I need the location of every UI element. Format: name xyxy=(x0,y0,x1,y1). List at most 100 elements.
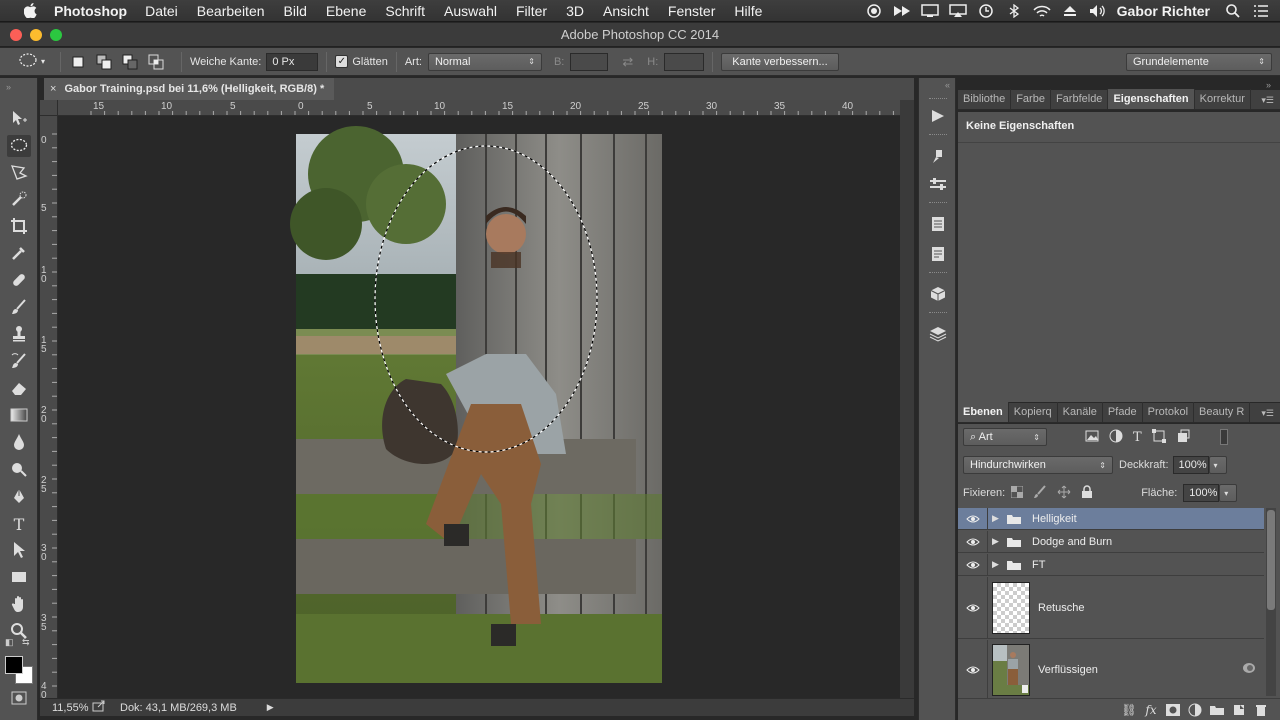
app-menu[interactable]: Photoshop xyxy=(54,3,127,19)
menu-schrift[interactable]: Schrift xyxy=(385,3,425,19)
rectangle-tool[interactable] xyxy=(7,567,31,589)
tab-adjustments[interactable]: Korrektur xyxy=(1195,89,1251,109)
new-group-folder-icon[interactable] xyxy=(1206,702,1228,718)
adjustment-layer-icon[interactable] xyxy=(1184,702,1206,718)
collapse-arrows-icon[interactable]: » xyxy=(1266,80,1271,90)
menu-hilfe[interactable]: Hilfe xyxy=(734,3,762,19)
tab-color[interactable]: Farbe xyxy=(1011,89,1051,109)
brush-presets-icon[interactable] xyxy=(928,146,948,166)
wifi-icon[interactable] xyxy=(1033,4,1051,18)
spotlight-search-icon[interactable] xyxy=(1224,4,1242,18)
add-to-selection-icon[interactable] xyxy=(95,53,113,71)
workspace-dropdown[interactable]: Grundelemente ⇕ xyxy=(1126,52,1272,71)
fill-slider-button[interactable]: ▾ xyxy=(1219,484,1238,502)
menu-filter[interactable]: Filter xyxy=(516,3,547,19)
style-dropdown[interactable]: Normal ⇕ xyxy=(427,52,542,71)
lasso-tool[interactable] xyxy=(7,162,31,184)
scrollbar-thumb[interactable] xyxy=(1267,510,1275,610)
fill-input[interactable]: 100% xyxy=(1183,484,1220,502)
close-icon[interactable]: × xyxy=(50,83,56,95)
subtract-from-selection-icon[interactable] xyxy=(121,53,139,71)
quick-mask-toggle[interactable] xyxy=(7,688,31,710)
status-menu-arrow-icon[interactable]: ▶ xyxy=(267,702,274,713)
dodge-tool[interactable] xyxy=(7,459,31,481)
opacity-slider-button[interactable]: ▾ xyxy=(1208,456,1227,474)
tab-libraries[interactable]: Bibliothe xyxy=(958,89,1012,109)
tab-clone-source[interactable]: Kopierq xyxy=(1009,402,1058,422)
ruler-origin[interactable] xyxy=(40,100,58,116)
tab-channels[interactable]: Kanäle xyxy=(1058,402,1103,422)
tool-preset-picker[interactable]: ▾ xyxy=(12,51,52,73)
notification-center-icon[interactable] xyxy=(1252,4,1270,18)
tab-properties[interactable]: Eigenschaften xyxy=(1108,89,1195,109)
menu-bearbeiten[interactable]: Bearbeiten xyxy=(197,3,265,19)
expand-triangle-icon[interactable]: ▶ xyxy=(992,513,1004,524)
eraser-tool[interactable] xyxy=(7,378,31,400)
3d-cube-icon[interactable] xyxy=(928,284,948,304)
filter-shape-icon[interactable] xyxy=(1151,428,1166,446)
lock-position-icon[interactable] xyxy=(1057,485,1071,502)
layer-row[interactable]: Retusche xyxy=(958,577,1264,639)
menu-ebene[interactable]: Ebene xyxy=(326,3,366,19)
close-window-button[interactable] xyxy=(10,29,22,41)
clone-stamp-tool[interactable] xyxy=(7,324,31,346)
collapse-arrows-icon[interactable]: « xyxy=(945,80,950,90)
trash-icon[interactable] xyxy=(1250,702,1272,718)
layer-comps-icon[interactable] xyxy=(928,324,948,344)
menu-bild[interactable]: Bild xyxy=(284,3,307,19)
collapse-arrows-icon[interactable]: » xyxy=(6,82,11,92)
minimize-window-button[interactable] xyxy=(30,29,42,41)
time-machine-icon[interactable] xyxy=(977,4,995,18)
record-icon[interactable] xyxy=(865,4,883,18)
volume-icon[interactable] xyxy=(1089,4,1107,18)
layer-row[interactable]: Verflüssigen xyxy=(958,640,1264,700)
menu-fenster[interactable]: Fenster xyxy=(668,3,715,19)
zoom-window-button[interactable] xyxy=(50,29,62,41)
filter-toggle-switch[interactable] xyxy=(1219,429,1228,445)
blur-tool[interactable] xyxy=(7,432,31,454)
quick-selection-tool[interactable] xyxy=(7,189,31,211)
filter-type-icon[interactable]: T xyxy=(1133,430,1142,445)
lock-transparency-icon[interactable] xyxy=(1010,485,1024,501)
bluetooth-icon[interactable] xyxy=(1005,4,1023,18)
tab-beauty-retouch[interactable]: Beauty R xyxy=(1194,402,1251,422)
vertical-ruler[interactable]: 0 5 1 0 1 5 2 0 2 5 3 0 3 5 4 0 xyxy=(40,116,58,698)
refine-edge-button[interactable]: Kante verbessern... xyxy=(721,52,839,71)
actions-play-icon[interactable] xyxy=(928,106,948,126)
tab-layers[interactable]: Ebenen xyxy=(958,402,1009,422)
menu-auswahl[interactable]: Auswahl xyxy=(444,3,497,19)
layer-row[interactable]: ▶ FT xyxy=(958,554,1264,576)
expand-triangle-icon[interactable]: ▶ xyxy=(992,559,1004,570)
pen-tool[interactable] xyxy=(7,486,31,508)
move-tool[interactable] xyxy=(7,108,31,130)
visibility-eye-icon[interactable] xyxy=(958,531,988,552)
filter-effects-icon[interactable] xyxy=(1242,662,1256,677)
swap-dimensions-icon[interactable]: ⇄ xyxy=(622,54,633,70)
menu-datei[interactable]: Datei xyxy=(145,3,178,19)
user-name[interactable]: Gabor Richter xyxy=(1117,3,1210,19)
foreground-color-swatch[interactable] xyxy=(5,656,23,674)
height-input[interactable] xyxy=(664,52,705,71)
blend-mode-dropdown[interactable]: Hindurchwirken ⇕ xyxy=(963,456,1113,474)
tab-history[interactable]: Protokol xyxy=(1143,402,1195,422)
apple-icon[interactable] xyxy=(20,3,40,19)
photo-canvas[interactable] xyxy=(58,116,900,698)
tab-swatches[interactable]: Farbfelde xyxy=(1051,89,1109,109)
visibility-eye-icon[interactable] xyxy=(958,554,988,575)
width-input[interactable] xyxy=(570,52,609,71)
path-selection-tool[interactable] xyxy=(7,540,31,562)
lock-all-icon[interactable] xyxy=(1081,484,1093,502)
gradient-tool[interactable] xyxy=(7,405,31,427)
menu-ansicht[interactable]: Ansicht xyxy=(603,3,649,19)
brush-tool[interactable] xyxy=(7,297,31,319)
visibility-eye-icon[interactable] xyxy=(958,640,988,699)
fast-forward-icon[interactable] xyxy=(893,4,911,18)
eject-icon[interactable] xyxy=(1061,4,1079,18)
vertical-scrollbar[interactable] xyxy=(900,100,914,698)
filter-smart-object-icon[interactable] xyxy=(1176,429,1190,446)
filter-pixel-icon[interactable] xyxy=(1085,430,1099,445)
feather-input[interactable]: 0 Px xyxy=(266,52,319,71)
paragraph-styles-icon[interactable] xyxy=(928,214,948,234)
link-layers-icon[interactable]: ⛓ xyxy=(1118,702,1140,718)
panel-menu-icon[interactable]: ▾☰ xyxy=(1261,95,1274,106)
